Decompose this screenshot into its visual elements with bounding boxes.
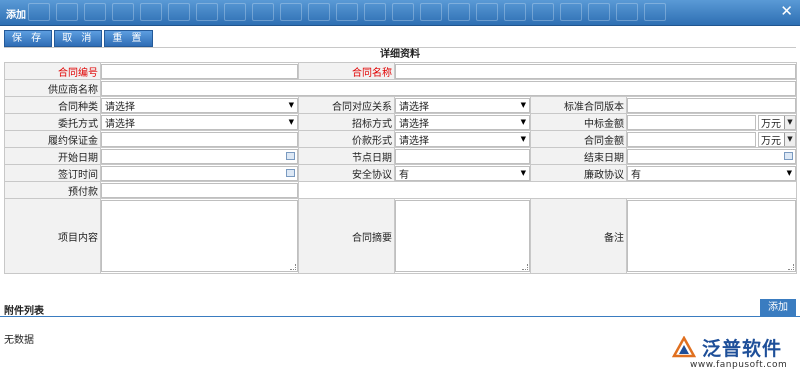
close-icon[interactable]: ✕ — [780, 4, 793, 19]
save-button[interactable]: 保 存 — [4, 30, 53, 47]
contract-summary-textarea[interactable] — [395, 200, 530, 272]
start-date-input[interactable] — [101, 148, 298, 164]
performance-bond-label: 履约保证金 — [4, 130, 101, 148]
empty-cell — [298, 181, 797, 199]
chevron-down-icon: ▼ — [288, 118, 294, 126]
contract-amount-unit-value: 万元 — [761, 135, 781, 147]
supplier-name-input[interactable] — [101, 80, 796, 96]
entrust-method-label: 委托方式 — [4, 113, 101, 131]
bidding-method-value: 请选择 — [399, 118, 429, 130]
contract-type-select[interactable]: 请选择 ▼ — [101, 97, 298, 113]
calendar-icon[interactable] — [286, 169, 295, 177]
detail-form: 合同编号 合同名称 供应商名称 合同种类 请选择 ▼ 合同对应关系 请选择 ▼ 标准… — [4, 62, 797, 274]
integrity-agreement-label: 廉政协议 — [530, 164, 627, 182]
contract-name-label: 合同名称 — [298, 62, 395, 80]
bid-amount-unit-value: 万元 — [761, 118, 781, 130]
contract-no-label: 合同编号 — [4, 62, 101, 80]
sign-time-input[interactable] — [101, 165, 298, 181]
contract-amount-label: 合同金额 — [530, 130, 627, 148]
end-date-label: 结束日期 — [530, 147, 627, 165]
attachment-header: 附件列表 添加 — [0, 299, 800, 317]
sign-time-label: 签订时间 — [4, 164, 101, 182]
chevron-down-icon: ▼ — [520, 169, 526, 177]
node-date-input[interactable] — [395, 148, 530, 164]
bid-amount-label: 中标金额 — [530, 113, 627, 131]
reset-button[interactable]: 重 置 — [104, 30, 153, 47]
window-title: 添加 — [6, 10, 26, 21]
project-content-label: 项目内容 — [4, 198, 101, 274]
entrust-method-value: 请选择 — [105, 118, 135, 130]
attachment-title: 附件列表 — [4, 306, 44, 317]
price-form-label: 价款形式 — [298, 130, 395, 148]
contract-amount-input[interactable] — [627, 131, 756, 147]
contract-relation-select[interactable]: 请选择 ▼ — [395, 97, 530, 113]
bid-amount-input[interactable] — [627, 114, 756, 130]
empty-state-text: 无数据 — [4, 335, 34, 346]
chevron-down-icon: ▼ — [786, 169, 792, 177]
safety-agreement-value: 有 — [399, 169, 409, 181]
contract-relation-value: 请选择 — [399, 101, 429, 113]
chevron-down-icon: ▼ — [520, 118, 526, 126]
standard-version-input[interactable] — [627, 97, 796, 113]
safety-agreement-label: 安全协议 — [298, 164, 395, 182]
window-titlebar: 添加 ✕ — [0, 0, 800, 26]
safety-agreement-select[interactable]: 有 ▼ — [395, 165, 530, 181]
project-content-textarea[interactable] — [101, 200, 298, 272]
brand-logo: 泛普软件 www.fanpusoft.com — [668, 334, 798, 374]
add-attachment-button[interactable]: 添加 — [760, 299, 796, 316]
cancel-button[interactable]: 取 消 — [54, 30, 103, 47]
performance-bond-input[interactable] — [101, 131, 298, 147]
contract-no-input[interactable] — [101, 63, 298, 79]
chevron-down-icon: ▼ — [520, 135, 526, 143]
bidding-method-label: 招标方式 — [298, 113, 395, 131]
contract-amount-unit-select[interactable]: 万元 ▼ — [758, 131, 796, 147]
logo-url: www.fanpusoft.com — [690, 360, 788, 370]
end-date-input[interactable] — [627, 148, 796, 164]
logo-name: 泛普软件 — [702, 338, 783, 360]
calendar-icon[interactable] — [286, 152, 295, 160]
contract-type-label: 合同种类 — [4, 96, 101, 114]
background-toolbar-ghosts — [28, 3, 666, 23]
chevron-down-icon: ▼ — [520, 101, 526, 109]
advance-payment-input[interactable] — [101, 182, 298, 198]
advance-payment-label: 预付款 — [4, 181, 101, 199]
bidding-method-select[interactable]: 请选择 ▼ — [395, 114, 530, 130]
supplier-name-label: 供应商名称 — [4, 79, 101, 97]
integrity-agreement-select[interactable]: 有 ▼ — [627, 165, 796, 181]
integrity-agreement-value: 有 — [631, 169, 641, 181]
section-title: 详细资料 — [4, 47, 796, 61]
remarks-label: 备注 — [530, 198, 627, 274]
contract-relation-label: 合同对应关系 — [298, 96, 395, 114]
bid-amount-unit-select[interactable]: 万元 ▼ — [758, 114, 796, 130]
remarks-textarea[interactable] — [627, 200, 796, 272]
node-date-label: 节点日期 — [298, 147, 395, 165]
toolbar: 保 存 取 消 重 置 — [4, 30, 153, 47]
chevron-down-icon: ▼ — [784, 115, 795, 129]
contract-summary-label: 合同摘要 — [298, 198, 395, 274]
entrust-method-select[interactable]: 请选择 ▼ — [101, 114, 298, 130]
price-form-select[interactable]: 请选择 ▼ — [395, 131, 530, 147]
calendar-icon[interactable] — [784, 152, 793, 160]
start-date-label: 开始日期 — [4, 147, 101, 165]
price-form-value: 请选择 — [399, 135, 429, 147]
contract-type-value: 请选择 — [105, 101, 135, 113]
chevron-down-icon: ▼ — [784, 132, 795, 146]
chevron-down-icon: ▼ — [288, 101, 294, 109]
fanpu-logo-icon — [672, 336, 696, 358]
contract-name-input[interactable] — [395, 63, 796, 79]
standard-version-label: 标准合同版本 — [530, 96, 627, 114]
